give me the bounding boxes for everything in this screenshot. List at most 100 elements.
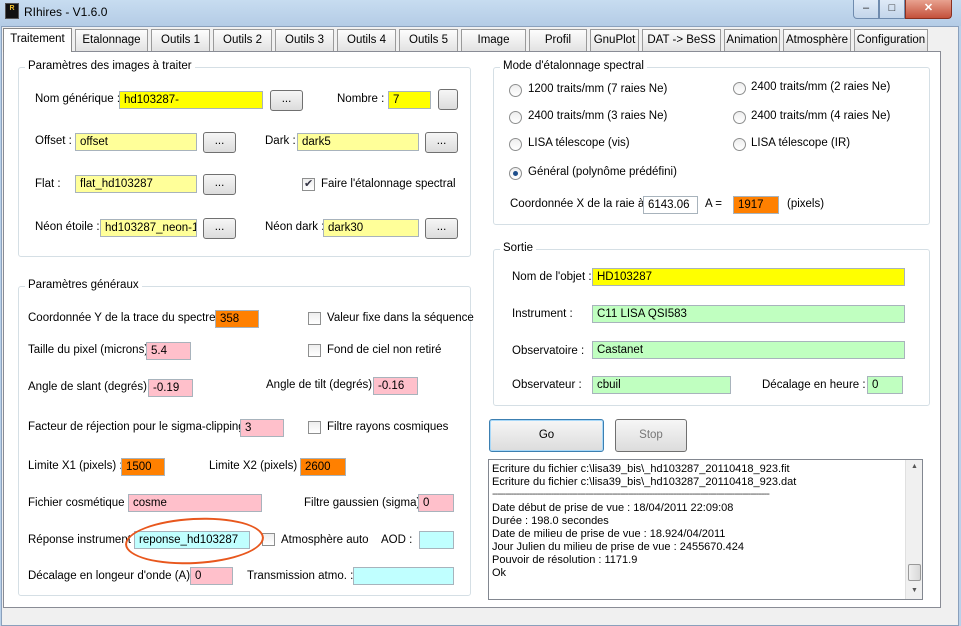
decalage-heure-field[interactable]: 0 bbox=[867, 376, 903, 394]
cosmetique-field[interactable]: cosme bbox=[128, 494, 262, 512]
offset-field[interactable]: offset bbox=[75, 133, 197, 151]
radio-2400-2[interactable] bbox=[733, 82, 746, 95]
dark-label: Dark : bbox=[265, 135, 296, 147]
neon-dark-field[interactable]: dark30 bbox=[323, 219, 419, 237]
cosmic-checkbox[interactable] bbox=[308, 421, 321, 434]
decalage-onde-field[interactable]: 0 bbox=[190, 567, 233, 585]
maximize-button[interactable]: □ bbox=[879, 0, 905, 19]
tilt-label: Angle de tilt (degrés) : bbox=[266, 379, 379, 391]
radio-lisa-vis[interactable] bbox=[509, 138, 522, 151]
decalage-heure-label: Décalage en heure : bbox=[762, 379, 866, 391]
tab-image[interactable]: Image bbox=[461, 29, 526, 51]
a-equals-label: A = bbox=[705, 198, 722, 210]
nom-field[interactable]: hd103287- bbox=[119, 91, 263, 109]
pixels-label: (pixels) bbox=[787, 198, 825, 210]
fond-ciel-label: Fond de ciel non retiré bbox=[327, 344, 442, 356]
neon-dark-browse-button[interactable]: ... bbox=[425, 218, 458, 239]
mode-group-title: Mode d'étalonnage spectral bbox=[500, 60, 647, 72]
log-line: Date début de prise de vue : 18/04/2011 … bbox=[492, 502, 734, 514]
radio-general[interactable] bbox=[509, 167, 522, 180]
dark-browse-button[interactable]: ... bbox=[425, 132, 458, 153]
coord-y-field[interactable]: 358 bbox=[215, 310, 259, 328]
neon-dark-label: Néon dark : bbox=[265, 221, 325, 233]
pixel-size-field[interactable]: 5.4 bbox=[146, 342, 191, 360]
gaussien-field[interactable]: 0 bbox=[418, 494, 454, 512]
cosmic-label: Filtre rayons cosmiques bbox=[327, 421, 449, 433]
radio-2400-3[interactable] bbox=[509, 111, 522, 124]
x1-label: Limite X1 (pixels) : bbox=[28, 460, 123, 472]
etalonnage-checkbox[interactable] bbox=[302, 177, 315, 191]
tab-configuration[interactable]: Configuration bbox=[854, 29, 928, 51]
slant-field[interactable]: -0.19 bbox=[148, 379, 193, 397]
tab-dat-bess[interactable]: DAT -> BeSS bbox=[642, 29, 721, 51]
x2-field[interactable]: 2600 bbox=[300, 458, 346, 476]
valeur-fixe-checkbox[interactable] bbox=[308, 312, 321, 325]
atmosphere-auto-checkbox[interactable] bbox=[262, 533, 275, 546]
radio-2400-4[interactable] bbox=[733, 111, 746, 124]
pixel-size-label: Taille du pixel (microns) : bbox=[28, 344, 155, 356]
log-scrollbar[interactable]: ▲ ▼ bbox=[905, 460, 922, 599]
log-line: Ecriture du fichier c:\lisa39_bis\_hd103… bbox=[492, 476, 797, 488]
tab-outils-5[interactable]: Outils 5 bbox=[399, 29, 458, 51]
scroll-thumb[interactable] bbox=[908, 564, 921, 581]
tilt-field[interactable]: -0.16 bbox=[373, 377, 418, 395]
tab-animation[interactable]: Animation bbox=[724, 29, 780, 51]
go-button[interactable]: Go bbox=[489, 419, 604, 452]
radio-lisa-ir[interactable] bbox=[733, 138, 746, 151]
radio-lisa-vis-label: LISA télescope (vis) bbox=[528, 137, 630, 149]
flat-browse-button[interactable]: ... bbox=[203, 174, 236, 195]
neon-etoile-browse-button[interactable]: ... bbox=[203, 218, 236, 239]
transmission-label: Transmission atmo. : bbox=[247, 570, 354, 582]
observatoire-field[interactable]: Castanet bbox=[592, 341, 905, 359]
log-output[interactable]: Ecriture du fichier c:\lisa39_bis\_hd103… bbox=[488, 459, 923, 600]
tab-profil[interactable]: Profil bbox=[529, 29, 587, 51]
tab-traitement[interactable]: Traitement bbox=[3, 28, 72, 52]
observateur-field[interactable]: cbuil bbox=[592, 376, 731, 394]
tab-gnuplot[interactable]: GnuPlot bbox=[590, 29, 639, 51]
app-icon: R bbox=[5, 3, 19, 19]
offset-browse-button[interactable]: ... bbox=[203, 132, 236, 153]
a-field[interactable]: 1917 bbox=[733, 196, 779, 214]
nombre-button[interactable] bbox=[438, 89, 458, 110]
fond-ciel-checkbox[interactable] bbox=[308, 344, 321, 357]
cosmetique-label: Fichier cosmétique : bbox=[28, 497, 131, 509]
sigma-field[interactable]: 3 bbox=[240, 419, 284, 437]
minimize-button[interactable]: – bbox=[853, 0, 879, 19]
slant-label: Angle de slant (degrés) : bbox=[28, 381, 154, 393]
coord-x-field[interactable]: 6143.06 bbox=[643, 196, 698, 214]
nombre-field[interactable]: 7 bbox=[388, 91, 431, 109]
log-line: Ok bbox=[492, 567, 507, 579]
nombre-label: Nombre : bbox=[337, 93, 385, 105]
scroll-down-icon[interactable]: ▼ bbox=[908, 585, 921, 597]
observateur-label: Observateur : bbox=[512, 379, 582, 391]
dark-field[interactable]: dark5 bbox=[297, 133, 419, 151]
tab-outils-1[interactable]: Outils 1 bbox=[151, 29, 210, 51]
tab-outils-2[interactable]: Outils 2 bbox=[213, 29, 272, 51]
scroll-up-icon[interactable]: ▲ bbox=[908, 461, 921, 473]
decalage-onde-label: Décalage en longeur d'onde (A) : bbox=[28, 570, 197, 582]
transmission-field[interactable] bbox=[353, 567, 454, 585]
stop-button[interactable]: Stop bbox=[615, 419, 687, 452]
title-bar bbox=[0, 0, 961, 26]
x1-field[interactable]: 1500 bbox=[121, 458, 165, 476]
coord-x-label: Coordonnée X de la raie à bbox=[510, 198, 645, 210]
instrument-field[interactable]: C11 LISA QSI583 bbox=[592, 305, 905, 323]
close-button[interactable]: ✕ bbox=[905, 0, 952, 19]
neon-etoile-field[interactable]: hd103287_neon-1 bbox=[100, 219, 197, 237]
tab-outils-4[interactable]: Outils 4 bbox=[337, 29, 396, 51]
tab-outils-3[interactable]: Outils 3 bbox=[275, 29, 334, 51]
flat-field[interactable]: flat_hd103287 bbox=[75, 175, 197, 193]
sortie-group-title: Sortie bbox=[500, 242, 537, 254]
instrument-label: Instrument : bbox=[512, 308, 573, 320]
radio-1200-7-label: 1200 traits/mm (7 raies Ne) bbox=[528, 83, 668, 95]
nom-browse-button[interactable]: ... bbox=[270, 90, 303, 111]
objet-field[interactable]: HD103287 bbox=[592, 268, 905, 286]
general-group-title: Paramètres généraux bbox=[25, 279, 142, 291]
sigma-label: Facteur de réjection pour le sigma-clipp… bbox=[28, 421, 252, 433]
images-group-title: Paramètres des images à traiter bbox=[25, 60, 195, 72]
tab-etalonnage[interactable]: Etalonnage bbox=[75, 29, 148, 51]
aod-field[interactable] bbox=[419, 531, 454, 549]
tab-atmosphere[interactable]: Atmosphère bbox=[783, 29, 851, 51]
radio-1200-7[interactable] bbox=[509, 84, 522, 97]
radio-lisa-ir-label: LISA télescope (IR) bbox=[751, 137, 851, 149]
